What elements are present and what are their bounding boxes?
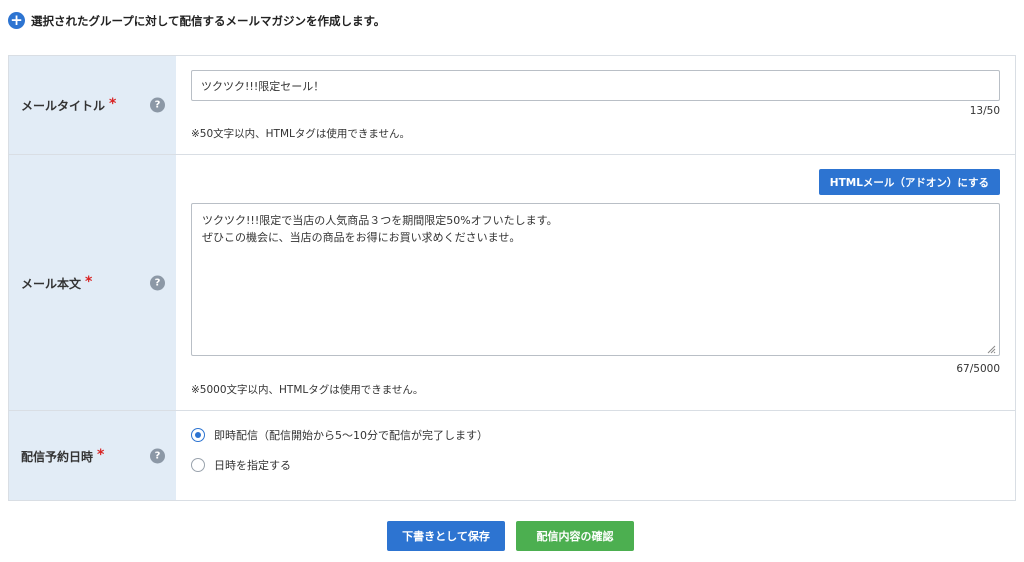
help-icon[interactable]: ? xyxy=(150,448,165,463)
title-label-cell: メールタイトル * ? xyxy=(9,56,176,154)
mail-body-textarea[interactable]: ツクツク!!!限定で当店の人気商品３つを期間限定50%オフいたします。 ぜひこの… xyxy=(191,203,1000,356)
body-char-counter: 67/5000 xyxy=(956,363,1000,375)
help-icon[interactable]: ? xyxy=(150,97,165,113)
required-mark: * xyxy=(97,446,105,463)
mail-form: メールタイトル* ? 13/50 ※50文字以内、HTMLタグは使用できません。… xyxy=(8,55,1016,501)
required-mark: * xyxy=(85,273,93,290)
html-mail-addon-button[interactable]: HTMLメール（アドオン）にする xyxy=(818,169,1000,195)
body-note: ※5000文字以内、HTMLタグは使用できません。 xyxy=(191,384,424,396)
mail-title-input[interactable] xyxy=(191,70,1000,101)
body-label-cell: メール本文 * ? xyxy=(9,155,176,410)
body-value-cell: HTMLメール（アドオン）にする ツクツク!!!限定で当店の人気商品３つを期間限… xyxy=(176,155,1015,410)
help-icon[interactable]: ? xyxy=(150,275,165,290)
resize-handle-icon[interactable] xyxy=(986,344,996,354)
title-char-counter: 13/50 xyxy=(969,105,1000,117)
page-header: + 選択されたグループに対して配信するメールマガジンを作成します。 xyxy=(8,12,385,29)
save-draft-button[interactable]: 下書きとして保存 xyxy=(387,521,505,551)
confirm-delivery-button[interactable]: 配信内容の確認 xyxy=(516,521,634,551)
title-value-cell: 13/50 ※50文字以内、HTMLタグは使用できません。 xyxy=(176,56,1015,154)
required-mark: * xyxy=(109,96,117,112)
schedule-value-cell: 即時配信（配信開始から5〜10分で配信が完了します） 日時を指定する xyxy=(176,411,1015,500)
radio-immediate[interactable]: 即時配信（配信開始から5〜10分で配信が完了します） xyxy=(191,427,488,443)
plus-circle-icon: + xyxy=(8,12,25,29)
schedule-row: 配信予約日時 * ? 即時配信（配信開始から5〜10分で配信が完了します） 日時を… xyxy=(9,411,1015,500)
body-row: メール本文 * ? HTMLメール（アドオン）にする ツクツク!!!限定で当店の人… xyxy=(9,155,1015,411)
body-label: メール本文 * xyxy=(21,273,93,291)
title-note: ※50文字以内、HTMLタグは使用できません。 xyxy=(191,128,411,140)
title-label: メールタイトル * xyxy=(21,96,117,113)
schedule-label: 配信予約日時 * xyxy=(21,446,105,464)
schedule-label-cell: 配信予約日時 * ? xyxy=(9,411,176,500)
radio-specify-datetime[interactable]: 日時を指定する xyxy=(191,457,291,473)
page-description: 選択されたグループに対して配信するメールマガジンを作成します。 xyxy=(31,13,386,28)
title-row: メールタイトル* ? 13/50 ※50文字以内、HTMLタグは使用できません。 xyxy=(9,56,1015,155)
radio-button[interactable] xyxy=(191,458,205,472)
radio-button-checked[interactable] xyxy=(191,428,205,442)
